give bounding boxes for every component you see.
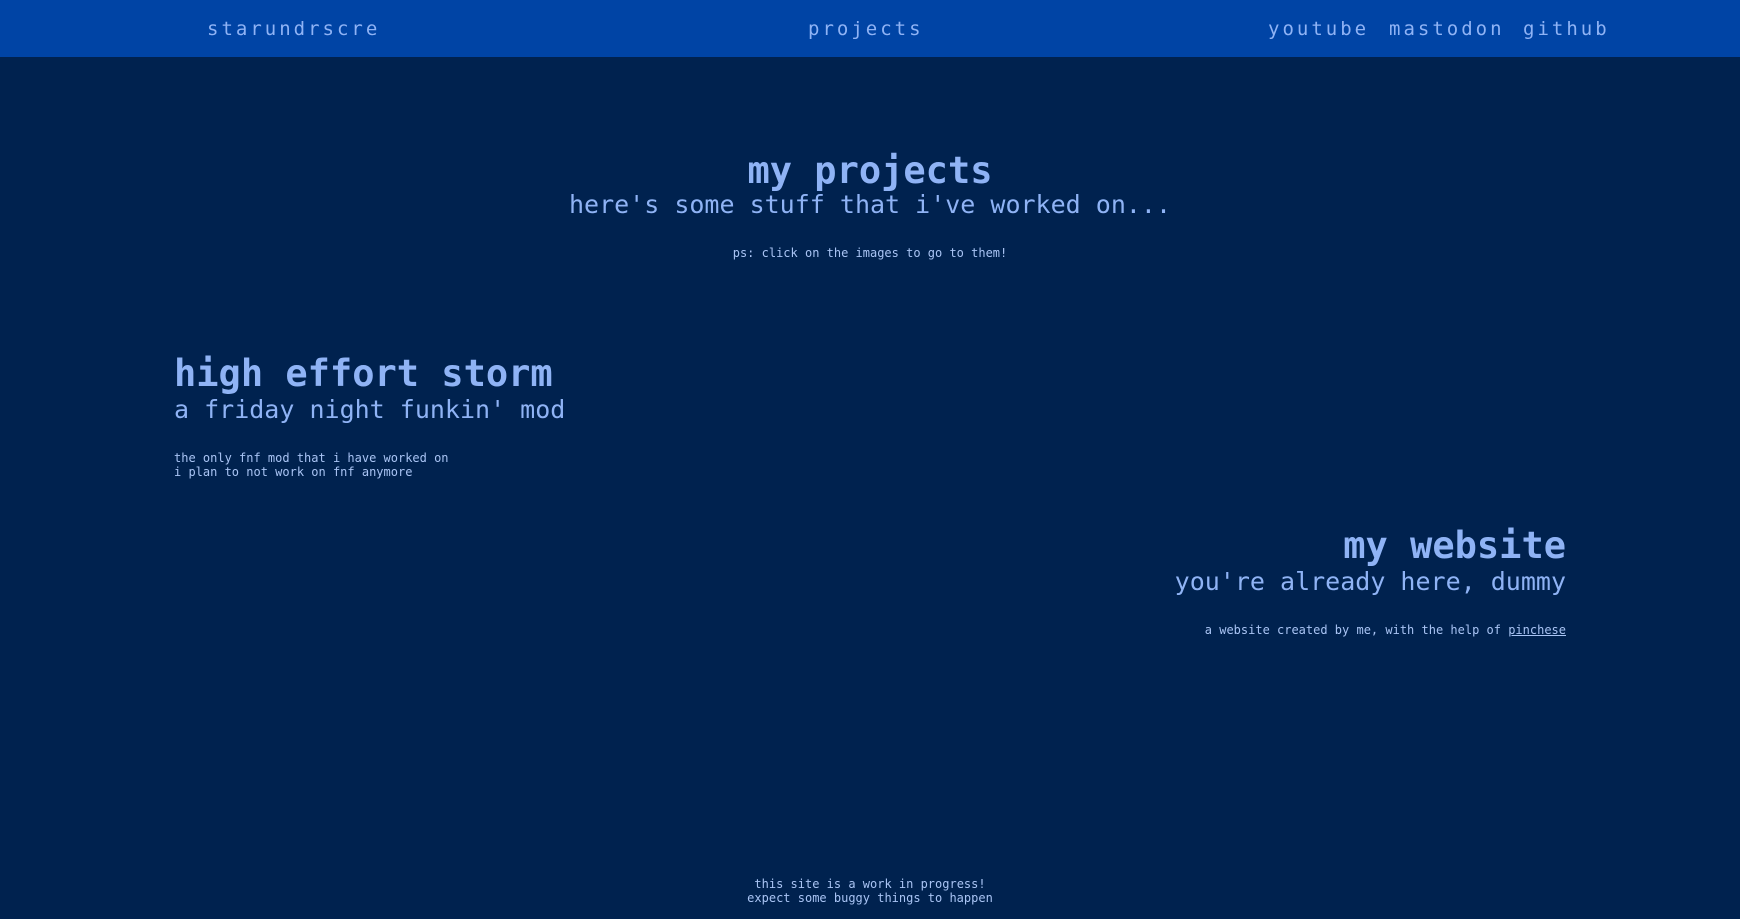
project-description-text: a website created by me, with the help o… [1204, 623, 1509, 637]
footer-line: expect some buggy things to happen [747, 891, 993, 905]
project-description: the only fnf mod that i have worked on i… [174, 451, 565, 479]
pinchese-link[interactable]: pinchese [1508, 623, 1566, 637]
nav-github-link[interactable]: github [1523, 17, 1610, 41]
page-subtitle: here's some stuff that i've worked on... [568, 190, 1172, 219]
nav-mastodon-link[interactable]: mastodon [1389, 17, 1505, 41]
project-description-line: the only fnf mod that i have worked on [174, 451, 449, 465]
project-my-website: my website you're already here, dummy a … [1175, 523, 1566, 637]
nav-youtube-link[interactable]: youtube [1268, 17, 1369, 41]
hero-section: my projects here's some stuff that i've … [0, 146, 1740, 260]
project-title: high effort storm [174, 352, 553, 395]
page-note: ps: click on the images to go to them! [732, 246, 1008, 260]
footer-line: this site is a work in progress! [754, 877, 986, 891]
nav-projects-link[interactable]: projects [808, 17, 924, 41]
project-subtitle: a friday night funkin' mod [174, 395, 566, 424]
project-subtitle: you're already here, dummy [1174, 567, 1566, 596]
top-navbar: starundrscre projects youtube mastodon g… [0, 0, 1740, 57]
footer: this site is a work in progress! expect … [0, 877, 1740, 905]
page-title: my projects [747, 149, 993, 192]
project-title: my website [1343, 524, 1566, 567]
project-high-effort-storm: high effort storm a friday night funkin'… [174, 351, 565, 479]
brand-link[interactable]: starundrscre [207, 17, 380, 41]
project-description-line: i plan to not work on fnf anymore [174, 465, 413, 479]
project-description: a website created by me, with the help o… [1175, 623, 1566, 637]
